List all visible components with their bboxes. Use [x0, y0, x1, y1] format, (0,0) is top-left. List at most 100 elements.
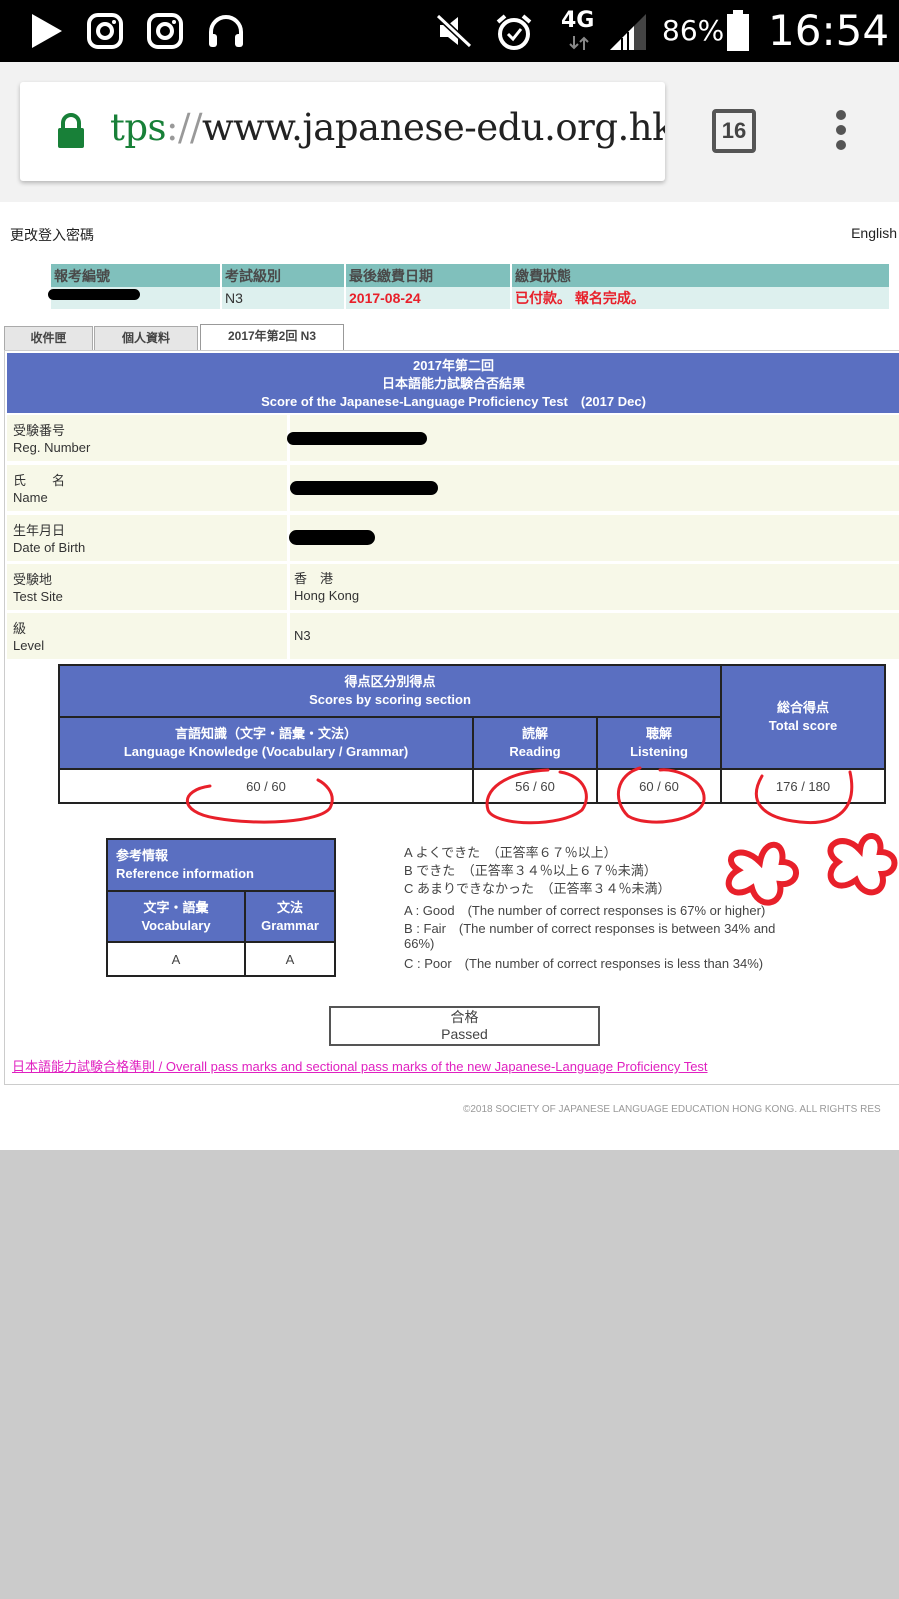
value-line1: N3: [294, 628, 311, 643]
due-date-cell: 2017-08-24: [345, 287, 512, 309]
tab-exam-result[interactable]: 2017年第2回 N3: [200, 324, 344, 350]
vocab-header-en: Vocabulary: [141, 917, 211, 933]
legend-jp-b: B できた （正答率３４％以上６７％未満）: [404, 863, 657, 878]
pass-marks-link[interactable]: 日本語能力試験合格準則 / Overall pass marks and sec…: [12, 1056, 708, 1075]
header-reg-no: 報考編號: [51, 264, 222, 287]
web-page: 更改登入密碼 English 報考編號 考試級別 最後繳費日期 繳費狀態 N3 …: [0, 202, 899, 1150]
registration-summary-table: 報考編號 考試級別 最後繳費日期 繳費狀態 N3 2017-08-24 已付款。…: [51, 264, 891, 309]
grammar-header: 文法 Grammar: [244, 890, 336, 943]
label-jp: 生年月日: [13, 523, 66, 538]
status-bar: 4G 86% 16:54: [0, 0, 899, 62]
header-level: 考試級別: [221, 264, 346, 287]
mute-icon: [435, 13, 473, 49]
play-store-icon: [32, 14, 62, 48]
info-row-name: 氏 名 Name: [7, 465, 899, 511]
total-score-header: 総合得点 Total score: [720, 664, 886, 770]
vocab-header-jp: 文字・語彙: [143, 899, 209, 915]
url-scheme: tps: [110, 106, 167, 149]
level-cell: N3: [221, 287, 346, 309]
pass-en: Passed: [441, 1026, 488, 1042]
result-panel: 2017年第二回 日本語能力試験合否結果 Score of the Japane…: [4, 350, 899, 1085]
section-scores-header: 得点区分別得点 Scores by scoring section: [58, 664, 722, 718]
vocabulary-header: 文字・語彙 Vocabulary: [106, 890, 246, 943]
info-row-reg-number: 受験番号 Reg. Number: [7, 415, 899, 461]
change-password-link[interactable]: 更改登入密碼: [10, 225, 94, 245]
url-separator: ://: [166, 106, 202, 149]
label-en: Date of Birth: [13, 540, 86, 555]
browser-toolbar: tps://www.japanese-edu.org.hk 16: [0, 62, 899, 202]
clock: 16:54: [768, 6, 890, 55]
legend-jp-a: A よくできた （正答率６７％以上）: [404, 845, 617, 860]
listening-header: 聴解 Listening: [596, 716, 722, 770]
vocabulary-grade: A: [106, 941, 246, 977]
label-jp: 氏 名: [13, 473, 66, 488]
address-bar[interactable]: tps://www.japanese-edu.org.hk: [20, 82, 665, 181]
data-arrows-icon: [569, 36, 589, 50]
listening-header-jp: 聴解: [645, 726, 672, 741]
alarm-icon: [496, 14, 532, 50]
label-jp: 受験地: [13, 572, 53, 587]
instagram-icon: [87, 13, 123, 49]
grammar-header-en: Grammar: [261, 917, 319, 933]
tab-profile[interactable]: 個人資料: [94, 326, 198, 350]
legend-en-b-cont: 66%): [404, 936, 435, 951]
total-score: 176 / 180: [720, 768, 886, 804]
url-host: www.japanese-edu.org.hk: [201, 106, 665, 149]
info-row-level: 級 Level N3: [7, 613, 899, 659]
label-jp: 級: [13, 621, 27, 636]
info-row-test-site: 受験地 Test Site 香 港 Hong Kong: [7, 564, 899, 610]
reading-header-en: Reading: [509, 744, 561, 759]
legend-en-b: B : Fair (The number of correct response…: [404, 921, 776, 936]
label-en: Level: [13, 638, 45, 653]
value-level: N3: [287, 613, 899, 659]
result-title: 2017年第二回 日本語能力試験合否結果 Score of the Japane…: [7, 353, 899, 413]
lock-icon: [58, 113, 84, 148]
tab-switcher-button[interactable]: 16: [712, 109, 756, 153]
instagram-icon-2: [147, 13, 183, 49]
label-en: Test Site: [13, 589, 63, 604]
legend-jp-c: C あまりできなかった （正答率３４％未満）: [404, 881, 671, 896]
language-switch-link[interactable]: English: [851, 225, 897, 241]
label-en: Reg. Number: [13, 440, 91, 455]
redaction-mark: [287, 432, 427, 445]
network-type: 4G: [561, 8, 595, 33]
result-title-line2: 日本語能力試験合否結果: [381, 376, 525, 391]
section-header-jp: 得点区分別得点: [344, 674, 436, 689]
listening-score: 60 / 60: [596, 768, 722, 804]
value-test-site: 香 港 Hong Kong: [287, 564, 899, 610]
reference-header: 参考情報 Reference information: [106, 838, 336, 892]
tab-inbox[interactable]: 收件匣: [4, 326, 93, 350]
pass-result-box: 合格 Passed: [329, 1006, 600, 1046]
redaction-mark: [48, 289, 140, 300]
label-jp: 受験番号: [13, 423, 66, 438]
label-en: Name: [13, 490, 48, 505]
lang-header-jp: 言語知識（文字・語彙・文法）: [174, 726, 357, 741]
copyright-footer: ©2018 SOCIETY OF JAPANESE LANGUAGE EDUCA…: [463, 1104, 881, 1115]
result-title-line1: 2017年第二回: [413, 358, 494, 373]
total-header-jp: 総合得点: [776, 700, 829, 715]
total-header-en: Total score: [768, 718, 838, 733]
signal-icon: [610, 14, 646, 50]
grammar-grade: A: [244, 941, 336, 977]
listening-header-en: Listening: [630, 744, 688, 759]
reference-header-en: Reference information: [116, 866, 254, 881]
payment-status-cell: 已付款。 報名完成。: [511, 287, 891, 309]
legend-en-c: C : Poor (The number of correct response…: [404, 956, 764, 971]
reading-header: 読解 Reading: [472, 716, 598, 770]
reference-header-jp: 参考情報: [116, 848, 169, 863]
value-line2: Hong Kong: [294, 588, 360, 603]
value-dob: [287, 515, 899, 561]
overflow-menu-icon[interactable]: [836, 110, 848, 155]
language-knowledge-header: 言語知識（文字・語彙・文法） Language Knowledge (Vocabu…: [58, 716, 474, 770]
info-row-dob: 生年月日 Date of Birth: [7, 515, 899, 561]
redaction-mark: [289, 530, 375, 545]
redaction-mark: [290, 481, 438, 495]
reading-header-jp: 読解: [521, 726, 548, 741]
battery-percent: 86%: [662, 14, 725, 47]
lang-header-en: Language Knowledge (Vocabulary / Grammar…: [123, 744, 409, 759]
value-line1: 香 港: [294, 571, 334, 586]
reading-score: 56 / 60: [472, 768, 598, 804]
headphones-icon: [209, 15, 243, 47]
battery-icon: [727, 10, 749, 51]
pass-jp: 合格: [450, 1009, 479, 1025]
